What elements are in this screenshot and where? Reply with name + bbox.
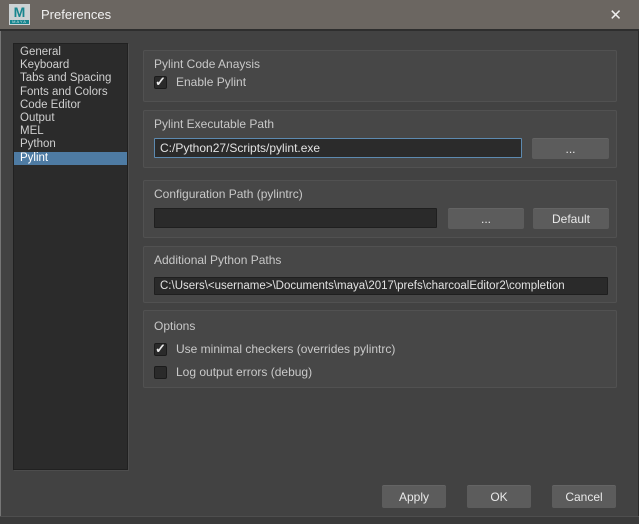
checkmark-icon: ✓	[155, 74, 166, 90]
section-pylint-code-analysis: Pylint Code Anaysis ✓ Enable Pylint	[143, 50, 617, 102]
enable-pylint-checkbox[interactable]: ✓	[154, 76, 167, 89]
log-output-row: ✓ Log output errors (debug)	[154, 365, 312, 379]
maya-logo-band: MAYA	[10, 20, 29, 24]
window-title: Preferences	[41, 7, 111, 22]
titlebar: M MAYA Preferences ✕	[0, 0, 639, 31]
section-python-paths: Additional Python Paths	[143, 246, 617, 303]
sidebar-item-keyboard[interactable]: Keyboard	[14, 59, 127, 72]
log-output-checkbox[interactable]: ✓	[154, 366, 167, 379]
maya-app-icon: M MAYA	[9, 4, 30, 25]
category-list: General Keyboard Tabs and Spacing Fonts …	[13, 43, 128, 470]
cancel-button[interactable]: Cancel	[552, 485, 616, 508]
minimal-checkers-row: ✓ Use minimal checkers (overrides pylint…	[154, 342, 395, 356]
section-options: Options ✓ Use minimal checkers (override…	[143, 310, 617, 388]
close-icon[interactable]: ✕	[601, 4, 630, 26]
sidebar-item-mel[interactable]: MEL	[14, 125, 127, 138]
browse-config-button[interactable]: ...	[448, 208, 524, 229]
pylint-executable-input[interactable]	[154, 138, 522, 158]
enable-pylint-row: ✓ Enable Pylint	[154, 75, 246, 89]
section-executable-path: Pylint Executable Path ...	[143, 110, 617, 168]
enable-pylint-label: Enable Pylint	[176, 75, 246, 89]
sidebar-item-python[interactable]: Python	[14, 138, 127, 151]
sidebar-item-general[interactable]: General	[14, 46, 127, 59]
log-output-label: Log output errors (debug)	[176, 365, 312, 379]
section-title-executable-path: Pylint Executable Path	[154, 117, 274, 131]
section-title-python-paths: Additional Python Paths	[154, 253, 281, 267]
config-path-input[interactable]	[154, 208, 437, 228]
section-title-config-path: Configuration Path (pylintrc)	[154, 187, 303, 201]
sidebar-item-tabs-and-spacing[interactable]: Tabs and Spacing	[14, 72, 127, 85]
browse-executable-button[interactable]: ...	[532, 138, 609, 159]
checkmark-icon: ✓	[155, 341, 166, 357]
apply-button[interactable]: Apply	[382, 485, 446, 508]
ok-button[interactable]: OK	[467, 485, 531, 508]
window-bottom-edge	[0, 516, 639, 524]
minimal-checkers-label: Use minimal checkers (overrides pylintrc…	[176, 342, 395, 356]
section-config-path: Configuration Path (pylintrc) ... Defaul…	[143, 180, 617, 238]
sidebar-item-fonts-and-colors[interactable]: Fonts and Colors	[14, 86, 127, 99]
default-config-button[interactable]: Default	[533, 208, 609, 229]
sidebar-item-pylint[interactable]: Pylint	[14, 152, 127, 165]
sidebar-item-code-editor[interactable]: Code Editor	[14, 99, 127, 112]
sidebar-item-output[interactable]: Output	[14, 112, 127, 125]
python-paths-input[interactable]	[154, 277, 608, 295]
preferences-window: M MAYA Preferences ✕ General Keyboard Ta…	[0, 0, 639, 524]
section-title-code-analysis: Pylint Code Anaysis	[154, 57, 260, 71]
minimal-checkers-checkbox[interactable]: ✓	[154, 343, 167, 356]
section-title-options: Options	[154, 319, 195, 333]
maya-logo-letter: M	[9, 4, 30, 21]
